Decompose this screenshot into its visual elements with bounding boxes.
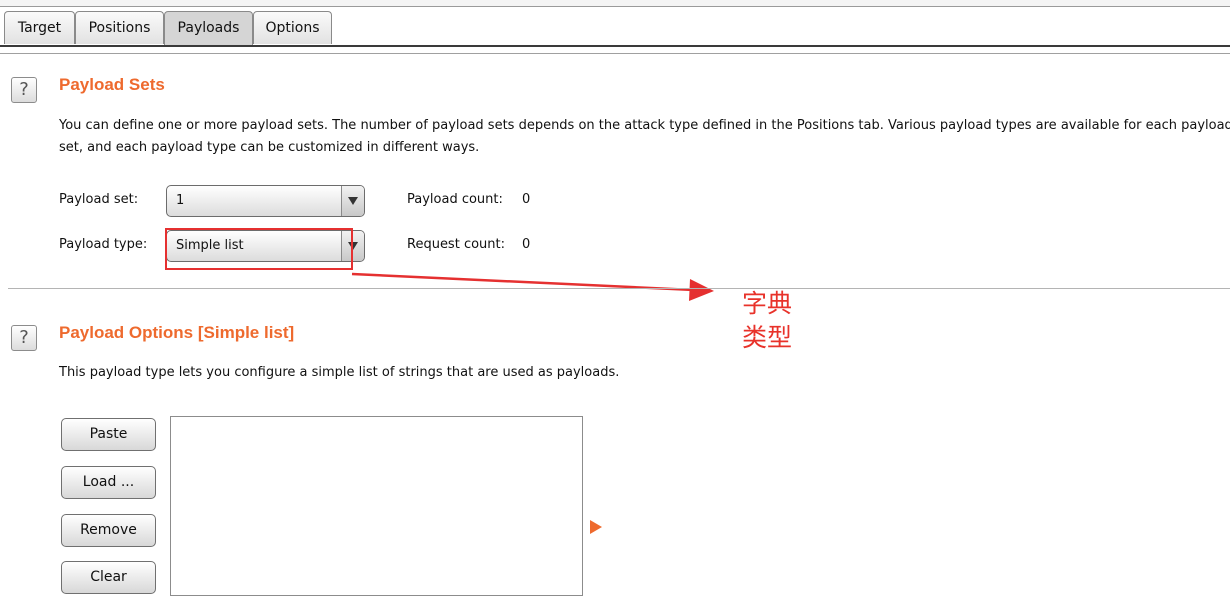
payload-list[interactable] bbox=[170, 416, 583, 596]
expand-arrow-icon[interactable] bbox=[589, 519, 603, 535]
payload-options-description: This payload type lets you configure a s… bbox=[59, 365, 620, 380]
annotation-line-1: 字典 bbox=[742, 289, 793, 318]
load-button[interactable]: Load ... bbox=[61, 466, 156, 499]
help-icon[interactable]: ? bbox=[11, 325, 37, 351]
remove-button[interactable]: Remove bbox=[61, 514, 156, 547]
section-divider bbox=[8, 288, 1230, 289]
payload-options-title: Payload Options [Simple list] bbox=[59, 323, 295, 342]
clear-button[interactable]: Clear bbox=[61, 561, 156, 594]
annotation-line-2: 类型 bbox=[742, 323, 793, 352]
paste-button[interactable]: Paste bbox=[61, 418, 156, 451]
annotation-text: 字典 类型 bbox=[742, 287, 792, 355]
